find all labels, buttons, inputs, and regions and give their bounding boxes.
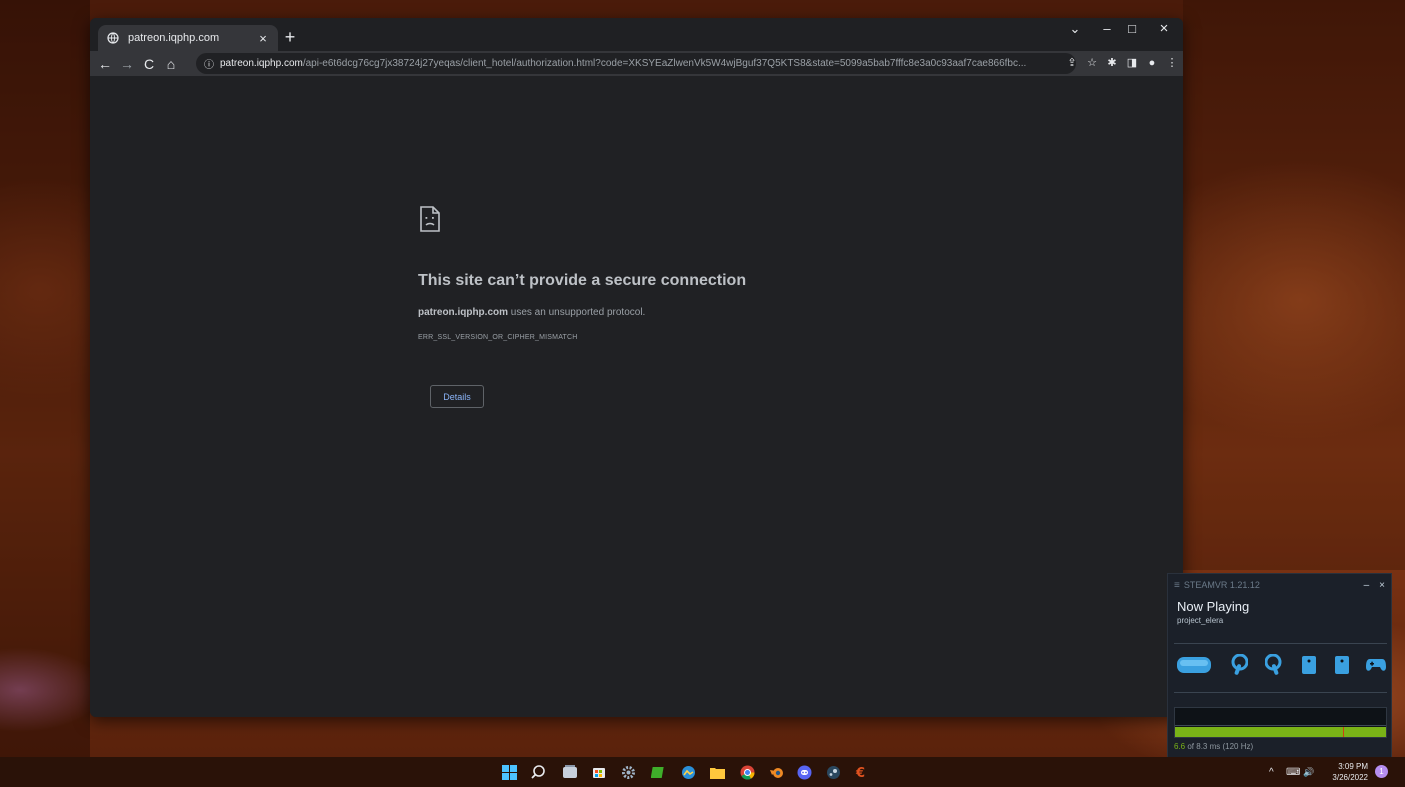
right-controller-icon[interactable] xyxy=(1264,654,1285,676)
discord-icon[interactable] xyxy=(796,764,812,780)
steamvr-header: ≡ STEAMVR 1.21.12 – × xyxy=(1168,574,1391,596)
address-bar[interactable]: ⓘ patreon.iqphp.com/api-e6t6dcg76cg7jx38… xyxy=(196,53,1076,74)
details-button[interactable]: Details xyxy=(430,385,484,408)
error-code: ERR_SSL_VERSION_OR_CIPHER_MISMATCH xyxy=(418,334,578,341)
file-explorer-icon[interactable] xyxy=(709,764,725,780)
globe-icon xyxy=(106,31,120,45)
scene-right xyxy=(1183,0,1405,570)
home-icon[interactable]: ⌂ xyxy=(160,54,182,74)
steamvr-minimize-button[interactable]: – xyxy=(1364,580,1370,591)
clock-time: 3:09 PM xyxy=(1338,762,1368,771)
minimize-button[interactable]: – xyxy=(1095,21,1119,37)
toolbar-actions: ⇪ ☆ ✱ ◨ ● ⋮ xyxy=(1065,53,1179,73)
svg-text:€: € xyxy=(855,766,865,779)
now-playing-label: Now Playing xyxy=(1177,599,1250,614)
steamvr-close-button[interactable]: × xyxy=(1379,580,1385,591)
share-icon[interactable]: ⇪ xyxy=(1065,53,1079,73)
scene-left xyxy=(0,0,90,757)
tray-chevron-icon[interactable]: ^ xyxy=(1269,767,1274,778)
browser-toolbar: ← → C ⌂ ⓘ patreon.iqphp.com/api-e6t6dcg7… xyxy=(90,51,1183,76)
error-description: patreon.iqphp.com uses an unsupported pr… xyxy=(418,307,645,318)
error-description-text: uses an unsupported protocol. xyxy=(508,307,646,318)
store-icon[interactable] xyxy=(591,764,607,780)
error-host: patreon.iqphp.com xyxy=(418,307,508,318)
url-host: patreon.iqphp.com xyxy=(220,58,303,69)
side-panel-icon[interactable]: ◨ xyxy=(1125,53,1139,73)
chrome-icon[interactable] xyxy=(739,764,755,780)
steamvr-version: STEAMVR 1.21.12 xyxy=(1183,580,1260,590)
blender-icon[interactable] xyxy=(768,764,784,780)
menu-icon[interactable]: ⋮ xyxy=(1165,53,1179,73)
steamvr-panel: ≡ STEAMVR 1.21.12 – × Now Playing projec… xyxy=(1167,573,1392,760)
close-window-button[interactable]: × xyxy=(1152,21,1176,37)
photos-icon[interactable] xyxy=(680,764,696,780)
tab-search-icon[interactable]: ⌄ xyxy=(1063,21,1087,37)
network-icon[interactable]: ⌨ xyxy=(1286,767,1300,778)
tab-strip: patreon.iqphp.com × + ⌄ – □ × xyxy=(90,18,1183,51)
device-status-row xyxy=(1176,652,1386,678)
app-e-icon[interactable]: € xyxy=(853,764,869,780)
new-tab-button[interactable]: + xyxy=(280,27,300,47)
error-title: This site can’t provide a secure connect… xyxy=(418,272,747,289)
divider xyxy=(1174,692,1387,693)
now-playing-app: project_elera xyxy=(1177,616,1224,625)
hamburger-menu-icon[interactable]: ≡ xyxy=(1174,580,1180,591)
search-icon[interactable] xyxy=(530,764,546,780)
graph-budget-line xyxy=(1175,725,1386,726)
clock-date: 3/26/2022 xyxy=(1332,773,1368,782)
frame-timing-text: 6.6 of 8.3 ms (120 Hz) xyxy=(1174,742,1253,751)
page-content: This site can’t provide a secure connect… xyxy=(90,76,1183,717)
extensions-icon[interactable]: ✱ xyxy=(1105,53,1119,73)
volume-icon[interactable]: 🔊 xyxy=(1303,767,1314,778)
settings-gear-icon[interactable] xyxy=(620,764,636,780)
reload-icon[interactable]: C xyxy=(138,54,160,74)
steamvr-icon[interactable] xyxy=(825,764,841,780)
minecraft-icon[interactable] xyxy=(650,764,666,780)
back-icon[interactable]: ← xyxy=(94,54,116,74)
frame-timing-graph xyxy=(1174,707,1387,738)
frame-timing-budget: of 8.3 ms (120 Hz) xyxy=(1185,742,1254,751)
frame-timing-bar xyxy=(1175,727,1386,737)
clock[interactable]: 3:09 PM 3/26/2022 xyxy=(1328,761,1368,783)
site-info-icon[interactable]: ⓘ xyxy=(204,56,214,71)
sad-document-icon xyxy=(419,205,441,233)
taskbar: € ^ ⌨ 🔊 3:09 PM 3/26/2022 1 xyxy=(0,757,1405,787)
tab-title: patreon.iqphp.com xyxy=(128,32,220,44)
tab-active[interactable]: patreon.iqphp.com × xyxy=(98,25,278,51)
forward-icon[interactable]: → xyxy=(116,54,138,74)
divider xyxy=(1174,643,1387,644)
url-path: /api-e6t6dcg76cg7jx38724j27yeqas/client_… xyxy=(302,58,1027,69)
profile-icon[interactable]: ● xyxy=(1145,53,1159,73)
gamepad-icon[interactable] xyxy=(1365,657,1386,673)
bookmark-star-icon[interactable]: ☆ xyxy=(1085,53,1099,73)
task-view-icon[interactable] xyxy=(562,764,578,780)
windows-start-icon[interactable] xyxy=(501,764,517,780)
base-station-1-icon[interactable] xyxy=(1301,655,1317,675)
left-controller-icon[interactable] xyxy=(1228,654,1249,676)
browser-window: patreon.iqphp.com × + ⌄ – □ × ← → C ⌂ ⓘ … xyxy=(90,18,1183,717)
headset-icon[interactable] xyxy=(1176,654,1212,676)
notification-badge[interactable]: 1 xyxy=(1375,765,1388,778)
base-station-2-icon[interactable] xyxy=(1334,655,1350,675)
frame-timing-marker xyxy=(1342,727,1344,737)
frame-timing-value: 6.6 xyxy=(1174,742,1186,751)
tab-close-icon[interactable]: × xyxy=(256,31,270,46)
maximize-button[interactable]: □ xyxy=(1120,21,1144,37)
